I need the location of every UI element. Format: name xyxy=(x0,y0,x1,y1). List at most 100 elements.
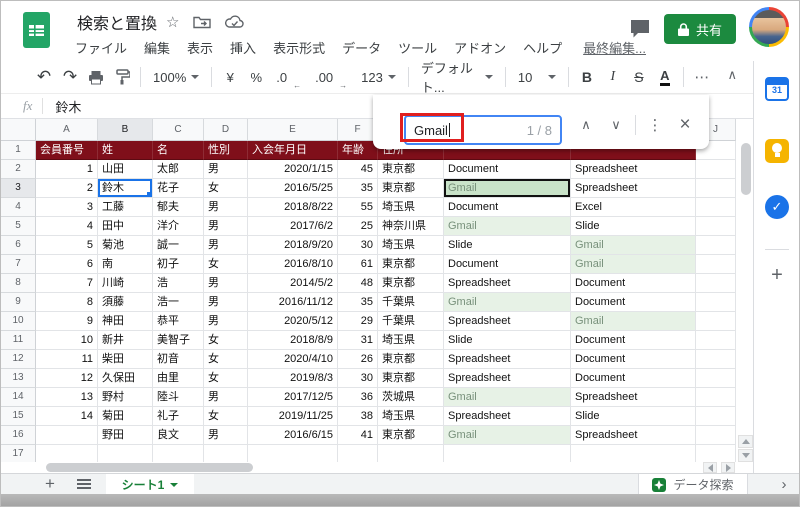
cell[interactable]: 名 xyxy=(153,141,204,160)
cell[interactable]: 2 xyxy=(36,179,98,198)
cell[interactable] xyxy=(696,217,736,236)
cell[interactable]: 女 xyxy=(204,407,248,426)
column-header-F[interactable]: F xyxy=(338,119,378,141)
cell[interactable]: 男 xyxy=(204,217,248,236)
cell[interactable]: 2020/1/15 xyxy=(248,160,338,179)
cell[interactable]: Document xyxy=(444,255,571,274)
cell[interactable]: 5 xyxy=(36,236,98,255)
cell[interactable]: 48 xyxy=(338,274,378,293)
cell[interactable]: 2017/12/5 xyxy=(248,388,338,407)
cell[interactable] xyxy=(696,179,736,198)
cell[interactable]: 10 xyxy=(36,331,98,350)
menu-item[interactable]: ヘルプ xyxy=(523,38,562,57)
cell[interactable]: 36 xyxy=(338,388,378,407)
cell[interactable]: 神奈川県 xyxy=(378,217,444,236)
cell[interactable]: 東京都 xyxy=(378,274,444,293)
undo-button[interactable]: ↶ xyxy=(31,64,57,90)
cell[interactable]: 浩 xyxy=(153,274,204,293)
cell[interactable] xyxy=(696,236,736,255)
sheet-tab[interactable]: シート1 xyxy=(106,474,194,495)
cell[interactable]: 浩一 xyxy=(153,293,204,312)
strikethrough-button[interactable]: S xyxy=(626,64,652,90)
menu-item[interactable]: ファイル xyxy=(75,38,127,57)
menu-item[interactable]: ツール xyxy=(398,38,437,57)
row-header[interactable]: 17 xyxy=(1,445,36,462)
cell[interactable]: Gmail xyxy=(444,293,571,312)
find-next-button[interactable]: ∨ xyxy=(601,113,631,137)
cell[interactable]: 礼子 xyxy=(153,407,204,426)
cell[interactable]: 姓 xyxy=(98,141,153,160)
explore-button[interactable]: データ探索 xyxy=(638,474,748,495)
cell[interactable]: 55 xyxy=(338,198,378,217)
cell[interactable]: 野村 xyxy=(98,388,153,407)
cell[interactable]: 2017/6/2 xyxy=(248,217,338,236)
column-header-E[interactable]: E xyxy=(248,119,338,141)
cell[interactable]: 31 xyxy=(338,331,378,350)
cell[interactable]: 2018/8/22 xyxy=(248,198,338,217)
cell[interactable]: 30 xyxy=(338,369,378,388)
cell[interactable]: 男 xyxy=(204,312,248,331)
cell[interactable]: 郁夫 xyxy=(153,198,204,217)
cell[interactable]: 洋介 xyxy=(153,217,204,236)
menu-item[interactable]: データ xyxy=(342,38,381,57)
cell[interactable]: Document xyxy=(571,369,696,388)
cell[interactable]: 東京都 xyxy=(378,369,444,388)
cell[interactable]: 男 xyxy=(204,293,248,312)
cell[interactable] xyxy=(696,274,736,293)
cell[interactable]: 久保田 xyxy=(98,369,153,388)
cell[interactable]: 埼玉県 xyxy=(378,198,444,217)
move-folder-icon[interactable] xyxy=(193,15,212,29)
cell[interactable] xyxy=(696,255,736,274)
increase-decimal-button[interactable]: .00 → xyxy=(308,64,354,91)
cell[interactable]: 太郎 xyxy=(153,160,204,179)
column-header-D[interactable]: D xyxy=(204,119,248,141)
cell[interactable] xyxy=(378,445,444,462)
find-previous-button[interactable]: ∧ xyxy=(571,113,601,137)
decrease-decimal-button[interactable]: .0 ← xyxy=(269,64,308,91)
cell[interactable]: 初音 xyxy=(153,350,204,369)
row-header[interactable]: 1 xyxy=(1,141,36,160)
row-header[interactable]: 13 xyxy=(1,369,36,388)
comments-icon[interactable] xyxy=(629,18,651,39)
cell[interactable]: 田中 xyxy=(98,217,153,236)
tasks-icon[interactable]: ✓ xyxy=(765,195,789,219)
cell[interactable]: 2018/8/9 xyxy=(248,331,338,350)
cell[interactable]: 女 xyxy=(204,331,248,350)
more-toolbar-button[interactable]: ⋯ xyxy=(689,64,715,90)
vertical-scrollbar[interactable] xyxy=(741,143,751,195)
cell[interactable]: 野田 xyxy=(98,426,153,445)
grid-corner[interactable] xyxy=(1,119,36,141)
cell[interactable] xyxy=(696,388,736,407)
cell[interactable]: Document xyxy=(571,350,696,369)
cell[interactable]: 8 xyxy=(36,293,98,312)
cell[interactable]: 新井 xyxy=(98,331,153,350)
cell[interactable]: 埼玉県 xyxy=(378,331,444,350)
cell[interactable]: 年齢 xyxy=(338,141,378,160)
print-button[interactable] xyxy=(83,64,109,90)
cell[interactable]: 川崎 xyxy=(98,274,153,293)
cell[interactable]: 良文 xyxy=(153,426,204,445)
cell[interactable] xyxy=(696,198,736,217)
cell[interactable]: 4 xyxy=(36,217,98,236)
cell[interactable]: Gmail xyxy=(444,179,571,198)
cell[interactable]: Slide xyxy=(571,217,696,236)
formula-input[interactable]: 鈴木 xyxy=(55,97,81,116)
cell[interactable]: Gmail xyxy=(571,312,696,331)
cell[interactable]: 11 xyxy=(36,350,98,369)
cell[interactable]: Spreadsheet xyxy=(571,426,696,445)
cell[interactable]: 東京都 xyxy=(378,350,444,369)
cell[interactable]: Spreadsheet xyxy=(444,350,571,369)
menu-item[interactable]: 編集 xyxy=(144,38,170,57)
cell[interactable] xyxy=(36,426,98,445)
cell[interactable]: Spreadsheet xyxy=(571,160,696,179)
cell[interactable]: 陸斗 xyxy=(153,388,204,407)
cell[interactable]: 女 xyxy=(204,255,248,274)
column-header-A[interactable]: A xyxy=(36,119,98,141)
format-percent-button[interactable]: % xyxy=(243,64,269,90)
menu-item[interactable]: 表示形式 xyxy=(273,38,325,57)
cell[interactable]: Document xyxy=(571,293,696,312)
cell[interactable]: 6 xyxy=(36,255,98,274)
cell[interactable]: Spreadsheet xyxy=(444,407,571,426)
row-header[interactable]: 3 xyxy=(1,179,36,198)
paint-format-button[interactable] xyxy=(109,64,135,90)
